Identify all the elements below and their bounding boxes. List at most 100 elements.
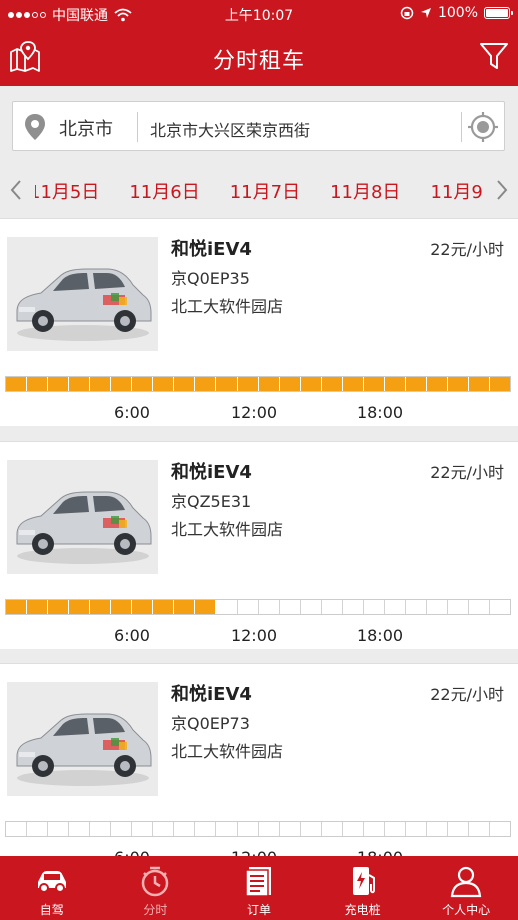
free-slot <box>490 822 511 836</box>
free-slot <box>321 822 343 836</box>
free-slot <box>363 600 385 614</box>
booked-slot <box>405 377 427 391</box>
booked-slot <box>111 600 133 614</box>
free-slot <box>300 600 322 614</box>
booked-slot <box>300 377 322 391</box>
tab-car[interactable]: 自驾 <box>0 856 104 920</box>
date-item[interactable]: 11月5日 <box>35 178 99 204</box>
car-store: 北工大软件园店 <box>171 520 284 539</box>
car-photo <box>7 682 158 796</box>
car-price: 22元/小时 <box>430 463 504 482</box>
free-slot <box>132 822 154 836</box>
free-slot <box>384 822 406 836</box>
address-field[interactable]: 北京市大兴区荣京西街 <box>150 117 310 141</box>
location-search-box[interactable]: 北京市 北京市大兴区荣京西街 <box>12 101 505 151</box>
tab-bar: 自驾 分时 订单 充电桩 个人中心 <box>0 856 518 920</box>
time-tick-label: 12:00 <box>230 626 278 645</box>
car-card[interactable]: 和悦iEV4 22元/小时 京QZ5E31 北工大软件园店 6:00 12:00 18:00 <box>0 441 518 649</box>
locate-target-icon[interactable] <box>467 111 499 143</box>
battery-percent: 100% <box>437 5 478 21</box>
free-slot <box>447 822 470 836</box>
booked-slot <box>90 600 112 614</box>
city-selector[interactable]: 北京市 <box>59 115 113 141</box>
free-slot <box>469 822 491 836</box>
booked-slot <box>195 600 217 614</box>
booked-slot <box>174 377 196 391</box>
booked-slot <box>216 377 238 391</box>
time-axis: 6:00 12:00 18:00 <box>0 403 518 423</box>
booked-slot <box>447 377 470 391</box>
booked-slot <box>490 377 511 391</box>
free-slot <box>216 822 238 836</box>
clock-icon <box>137 864 173 898</box>
free-slot <box>90 822 112 836</box>
car-plate: 京Q0EP73 <box>171 714 250 733</box>
filter-icon[interactable] <box>478 40 510 72</box>
time-tick-label: 6:00 <box>114 626 150 645</box>
car-plate: 京Q0EP35 <box>171 269 250 288</box>
booked-slot <box>27 600 49 614</box>
time-tick-label: 6:00 <box>114 403 150 422</box>
car-store: 北工大软件园店 <box>171 297 284 316</box>
time-axis: 6:00 12:00 18:00 <box>0 626 518 646</box>
free-slot <box>447 600 470 614</box>
date-item[interactable]: 11月8日 <box>330 178 400 204</box>
date-item[interactable]: 11月6日 <box>129 178 199 204</box>
location-pin-icon <box>25 114 45 140</box>
nav-bar: 分时租车 <box>0 28 518 86</box>
car-photo <box>7 237 158 351</box>
free-slot <box>469 600 491 614</box>
tab-person[interactable]: 个人中心 <box>414 856 518 920</box>
car-name: 和悦iEV4 <box>171 684 252 705</box>
booked-slot <box>132 600 154 614</box>
tab-clock[interactable]: 分时 <box>104 856 208 920</box>
free-slot <box>342 822 364 836</box>
car-price: 22元/小时 <box>430 685 504 704</box>
booked-slot <box>426 377 448 391</box>
car-card[interactable]: 和悦iEV4 22元/小时京Q0EP73 北工大软件园店 6:00 12:00 18:00 <box>0 663 518 856</box>
car-name: 和悦iEV4 <box>171 239 252 260</box>
booked-slot <box>342 377 364 391</box>
free-slot <box>237 600 259 614</box>
chevron-left-icon[interactable] <box>8 178 24 202</box>
search-area: 北京市 北京市大兴区荣京西街 <box>0 86 518 166</box>
booked-slot <box>258 377 280 391</box>
car-name: 和悦iEV4 <box>171 462 252 483</box>
car-card[interactable]: 和悦iEV4 22元/小时 京Q0EP35 北工大软件园店 6:00 12:00 18:00 <box>0 218 518 426</box>
date-item[interactable]: 11月7日 <box>230 178 300 204</box>
tab-charging-station[interactable]: 充电桩 <box>311 856 415 920</box>
booked-slot <box>69 377 91 391</box>
booked-slot <box>132 377 154 391</box>
tab-order-list[interactable]: 订单 <box>207 856 311 920</box>
booked-slot <box>279 377 301 391</box>
charging-station-icon <box>345 864 381 898</box>
time-axis: 6:00 12:00 18:00 <box>0 848 518 856</box>
free-slot <box>6 822 28 836</box>
date-selector: 11月5日 11月6日 11月7日 11月8日 11月9 <box>0 166 518 214</box>
free-slot <box>384 600 406 614</box>
free-slot <box>426 822 448 836</box>
car-photo <box>7 460 158 574</box>
tab-label: 个人中心 <box>442 903 491 917</box>
free-slot <box>216 600 238 614</box>
order-list-icon <box>241 864 277 898</box>
availability-timeline <box>5 821 511 837</box>
free-slot <box>405 822 427 836</box>
booked-slot <box>48 600 70 614</box>
chevron-right-icon[interactable] <box>494 178 510 202</box>
time-tick-label: 18:00 <box>356 626 404 645</box>
battery-icon <box>484 7 513 19</box>
booked-slot <box>69 600 91 614</box>
free-slot <box>426 600 448 614</box>
booked-slot <box>384 377 406 391</box>
car-icon <box>34 864 70 898</box>
person-icon <box>448 864 484 898</box>
free-slot <box>321 600 343 614</box>
booked-slot <box>195 377 217 391</box>
free-slot <box>258 822 280 836</box>
free-slot <box>405 600 427 614</box>
time-tick-label: 18:00 <box>356 403 404 422</box>
free-slot <box>111 822 133 836</box>
date-item[interactable]: 11月9 <box>430 178 482 204</box>
availability-timeline <box>5 376 511 392</box>
